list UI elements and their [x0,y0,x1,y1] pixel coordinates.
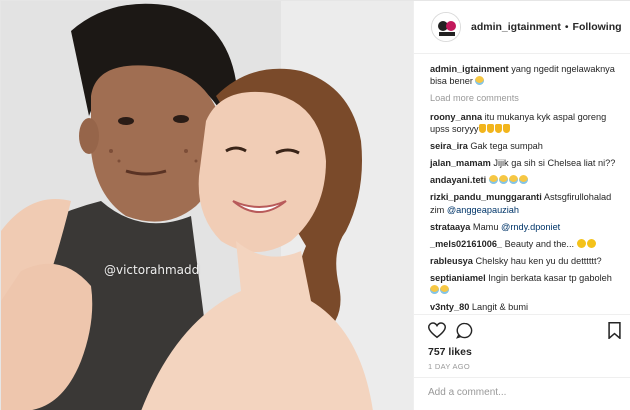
laughing-emoji-icon [430,285,439,295]
comment-item: seira_ira Gak tega sumpah [430,140,618,152]
comment-username[interactable]: jalan_mamam [430,158,491,168]
comment-text: Langit & bumi [471,302,529,313]
comment-username[interactable]: rizki_pandu_munggaranti [430,192,542,202]
comment-text: Beauty and the... [504,238,575,249]
comment-text: Jijik ga sih si Chelsea liat ni?? [493,158,616,169]
laughing-emoji-icon [475,76,485,86]
comment-list: admin_igtainment yang ngedit ngelawaknya… [414,63,630,318]
laughing-emoji-icon [518,175,528,185]
header-username[interactable]: admin_igtainment [471,21,561,33]
comment-item: roony_anna itu mukanya kyk aspal goreng … [430,111,618,136]
comment-username[interactable]: seira_ira [430,141,468,151]
heart-icon[interactable] [428,322,446,339]
comment-username[interactable]: andayani.teti [430,175,486,185]
comment-item: v3nty_80 Langit & bumi [430,301,618,313]
comment-item: strataaya Mamu @rndy.dponiet [430,221,618,233]
post-photo[interactable]: @victorahmadd [1,1,413,410]
comment-item: andayani.teti [430,174,618,186]
laughing-emoji-icon [508,175,518,185]
ok-hand-emoji-icon [502,124,510,134]
comment-username[interactable]: strataaya [430,222,470,232]
neutral-face-emoji-icon [576,238,586,248]
comment-text: Mamu [472,221,499,232]
post-sidebar: admin_igtainment • Following admin_igtainm… [413,1,630,410]
avatar-logo-icon [432,13,460,41]
laughing-emoji-icon [440,285,449,295]
ok-hand-emoji-icon [486,124,494,134]
laughing-emoji-icon [498,175,508,185]
ok-hand-emoji-icon [494,124,502,134]
neutral-face-emoji-icon [586,238,596,248]
comment-item: _mels02161006_ Beauty and the... [430,238,618,250]
instagram-post: @victorahmadd admin_igtainment • Following… [0,0,630,410]
bookmark-icon[interactable] [608,322,621,339]
comment-text: Chelsky hau ken yu du detttttt? [475,255,602,266]
comment-username[interactable]: _mels02161006_ [430,239,502,249]
comment-username[interactable]: septianiamel [430,273,486,283]
header-text: admin_igtainment • Following [471,21,622,33]
comment-text: Gak tega sumpah [470,141,543,152]
comment-username[interactable]: roony_anna [430,112,482,122]
likes-count[interactable]: 757 likes [428,346,472,358]
caption: admin_igtainment yang ngedit ngelawaknya… [430,63,618,88]
avatar[interactable] [431,12,461,42]
comment-username[interactable]: v3nty_80 [430,302,469,312]
comment-item: rizki_pandu_munggaranti Astsgfirullohala… [430,191,618,216]
comment-item: septianiamel Ingin berkata kasar tp gabo… [430,272,618,297]
laughing-emoji-icon [488,175,498,185]
header-separator: • [564,21,569,33]
ok-hand-emoji-icon [478,124,486,134]
comment-input[interactable]: Add a comment... [414,377,630,410]
comment-text: Ingin berkata kasar tp gaboleh [488,272,612,283]
following-button[interactable]: Following [573,21,622,33]
post-actions [414,314,630,344]
load-more-comments-link[interactable]: Load more comments [430,92,618,104]
caption-username[interactable]: admin_igtainment [430,64,509,74]
comment-mention[interactable]: @rndy.dponiet [501,222,560,232]
comment-username[interactable]: rableusya [430,256,473,266]
comment-item: jalan_mamam Jijik ga sih si Chelsea liat… [430,157,618,169]
post-header: admin_igtainment • Following [414,1,630,54]
comment-icon[interactable] [456,322,473,339]
post-timestamp[interactable]: 1 DAY AGO [428,362,470,371]
photo-illustration [1,1,413,410]
comment-item: rableusya Chelsky hau ken yu du detttttt… [430,255,618,267]
comment-mention[interactable]: @anggeapauziah [447,205,519,215]
photo-watermark: @victorahmadd [104,263,200,277]
